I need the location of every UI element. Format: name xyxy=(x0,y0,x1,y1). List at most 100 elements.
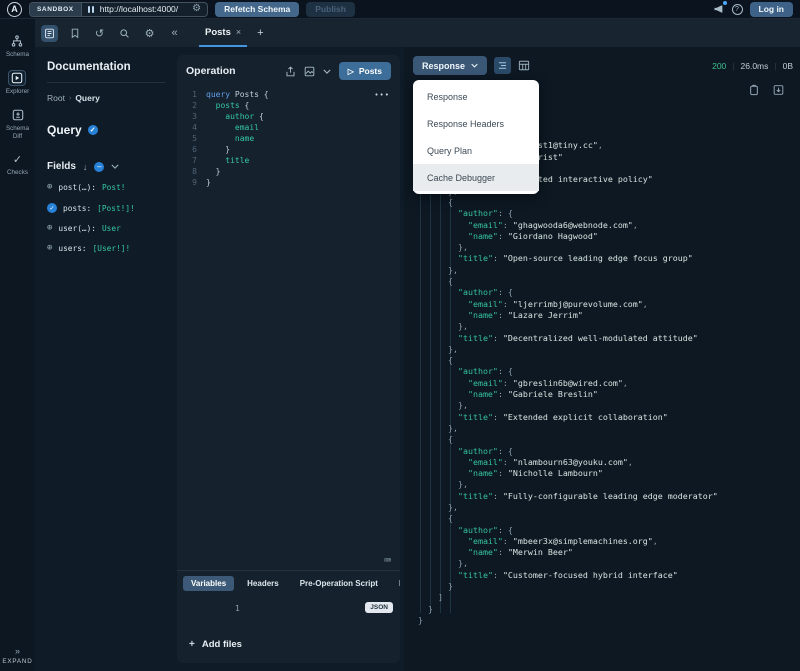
operation-tab-variables[interactable]: Variables xyxy=(183,576,235,591)
documentation-title: Documentation xyxy=(47,61,165,83)
explorer-icon xyxy=(8,69,27,86)
search-icon[interactable] xyxy=(116,25,133,42)
history-icon[interactable]: ↺ xyxy=(91,25,108,42)
bookmark-icon[interactable] xyxy=(66,25,83,42)
menu-item-cache-debugger[interactable]: Cache Debugger xyxy=(413,164,539,191)
menu-item-response-headers[interactable]: Response Headers xyxy=(413,110,539,137)
field-add-icon[interactable]: ⊕ xyxy=(47,183,52,192)
plus-icon: + xyxy=(189,639,195,650)
run-operation-button[interactable]: ▷ Posts xyxy=(338,62,391,80)
chevron-down-icon xyxy=(471,63,478,68)
run-options-chevron-icon[interactable] xyxy=(323,69,331,74)
code-line: 8 } xyxy=(192,167,221,176)
formatted-view-icon[interactable] xyxy=(494,57,512,74)
field-selected-check-icon[interactable]: ✓ xyxy=(47,203,57,213)
breadcrumb-root[interactable]: Root xyxy=(47,93,65,103)
sidebar-item-explorer[interactable]: Explorer xyxy=(6,69,29,96)
response-view-dropdown: Response Response Headers Query Plan Cac… xyxy=(413,80,539,194)
sidebar-item-checks[interactable]: ✓ Checks xyxy=(7,151,28,177)
breadcrumb: Root › Query xyxy=(47,93,165,103)
code-line: 4 email xyxy=(192,123,259,132)
login-button[interactable]: Log in xyxy=(749,1,793,17)
operation-menu-icon[interactable]: ••• xyxy=(374,91,390,99)
help-icon[interactable]: ? xyxy=(731,3,743,15)
field-row[interactable]: ⊕ user(…): User xyxy=(47,224,165,234)
apollo-logo-icon[interactable]: A xyxy=(7,1,22,17)
explorer-toolbar: ↺ ⚙ « Posts × + xyxy=(35,19,800,47)
field-add-icon[interactable]: ⊕ xyxy=(47,244,52,253)
gist-icon[interactable] xyxy=(304,66,315,77)
code-line: 7 title xyxy=(192,156,250,165)
deselect-all-icon[interactable]: – xyxy=(94,161,105,172)
endpoint-url-input[interactable]: http://localhost:4000/ xyxy=(100,4,186,14)
tab-posts[interactable]: Posts × xyxy=(199,19,248,47)
sidebar-item-schema[interactable]: Schema xyxy=(6,33,29,59)
sidebar-item-schema-diff[interactable]: Schema Diff xyxy=(3,107,33,141)
code-line: 3 author { xyxy=(192,112,264,121)
documentation-panel: Documentation Root › Query Query ✓ Field… xyxy=(35,47,177,671)
share-operation-icon[interactable] xyxy=(285,66,296,77)
settings-gear-icon[interactable]: ⚙ xyxy=(141,25,158,42)
apollo-sandbox-app: A SANDBOX http://localhost:4000/ ⚙ Refet… xyxy=(0,0,800,671)
add-files-button[interactable]: + Add files xyxy=(177,639,400,663)
field-add-icon[interactable]: ⊕ xyxy=(47,224,52,233)
copy-response-icon[interactable] xyxy=(749,84,759,96)
code-line: 6 } xyxy=(192,145,231,154)
publish-button[interactable]: Publish xyxy=(306,1,355,17)
pause-polling-icon[interactable] xyxy=(87,5,94,13)
operation-tab-headers[interactable]: Headers xyxy=(239,576,287,591)
code-line: 2 posts { xyxy=(192,101,250,110)
code-line: 1 query Posts { xyxy=(192,90,269,99)
endpoint-url-group: SANDBOX http://localhost:4000/ ⚙ xyxy=(29,1,209,17)
response-header: Response 200 | 26.0ms | 0B xyxy=(413,56,793,75)
operation-tab-pre-operation-script[interactable]: Pre-Operation Script xyxy=(292,576,386,591)
type-check-icon[interactable]: ✓ xyxy=(87,125,98,135)
field-row[interactable]: ✓ posts: [Post!]! xyxy=(47,203,165,213)
operation-editor[interactable]: 1 query Posts { 2 posts { 3 author { 4 email… xyxy=(177,87,400,570)
fields-chevron-icon[interactable] xyxy=(111,164,120,169)
menu-item-query-plan[interactable]: Query Plan xyxy=(413,137,539,164)
json-mode-badge[interactable]: JSON xyxy=(365,602,393,613)
expand-chevron-icon: » xyxy=(14,646,20,656)
download-response-icon[interactable] xyxy=(773,84,784,96)
keyboard-shortcuts-icon[interactable]: ⌨ xyxy=(384,554,391,567)
code-line: 9} xyxy=(192,178,211,187)
expand-rail-button[interactable]: » EXPAND xyxy=(0,646,35,665)
checks-icon: ✓ xyxy=(12,153,23,166)
top-bar: A SANDBOX http://localhost:4000/ ⚙ Refet… xyxy=(0,0,800,19)
sandbox-badge: SANDBOX xyxy=(30,2,82,16)
field-row[interactable]: ⊕ users: [User!]! xyxy=(47,244,165,254)
breadcrumb-current: Query xyxy=(75,93,100,103)
field-row[interactable]: ⊕ post(…): Post! xyxy=(47,183,165,193)
response-view-selector[interactable]: Response xyxy=(413,56,488,75)
announcements-icon[interactable] xyxy=(713,1,727,15)
response-status: 200 | 26.0ms | 0B xyxy=(712,60,793,71)
status-code: 200 xyxy=(712,60,727,71)
collapse-panel-icon[interactable]: « xyxy=(166,25,183,42)
operation-header: Operation ▷ Posts xyxy=(177,55,400,87)
variables-editor[interactable]: 1 JSON xyxy=(177,596,400,639)
schema-diff-icon xyxy=(9,107,27,123)
menu-item-response[interactable]: Response xyxy=(413,83,539,110)
documentation-panel-icon[interactable] xyxy=(41,24,58,42)
response-size: 0B xyxy=(782,60,793,71)
response-duration: 26.0ms xyxy=(740,60,769,71)
new-tab-button[interactable]: + xyxy=(257,27,263,39)
variables-line-number: 1 xyxy=(235,604,240,613)
operation-panel: Operation ▷ Posts 1 query Posts {2 post… xyxy=(177,55,400,663)
play-icon: ▷ xyxy=(347,66,354,76)
operation-tab-post-operation-script[interactable]: Post-Operation Script xyxy=(391,576,400,591)
refetch-schema-button[interactable]: Refetch Schema xyxy=(215,1,300,17)
type-heading: Query ✓ xyxy=(47,123,165,137)
code-line: 5 name xyxy=(192,134,255,143)
table-view-icon[interactable] xyxy=(518,60,530,71)
response-panel: Response 200 | 26.0ms | 0B "agrist1@tiny… xyxy=(404,47,800,671)
operation-bottom-tabs: Variables Headers Pre-Operation Script Post… xyxy=(177,570,400,596)
breadcrumb-separator-icon: › xyxy=(68,94,72,102)
fields-header: Fields ↓ – xyxy=(47,161,165,172)
tab-close-icon[interactable]: × xyxy=(236,27,241,37)
content-area: Documentation Root › Query Query ✓ Field… xyxy=(35,47,800,671)
sort-arrow-icon[interactable]: ↓ xyxy=(83,162,88,172)
response-actions xyxy=(749,84,784,96)
connection-settings-gear-icon[interactable]: ⚙ xyxy=(186,4,207,14)
